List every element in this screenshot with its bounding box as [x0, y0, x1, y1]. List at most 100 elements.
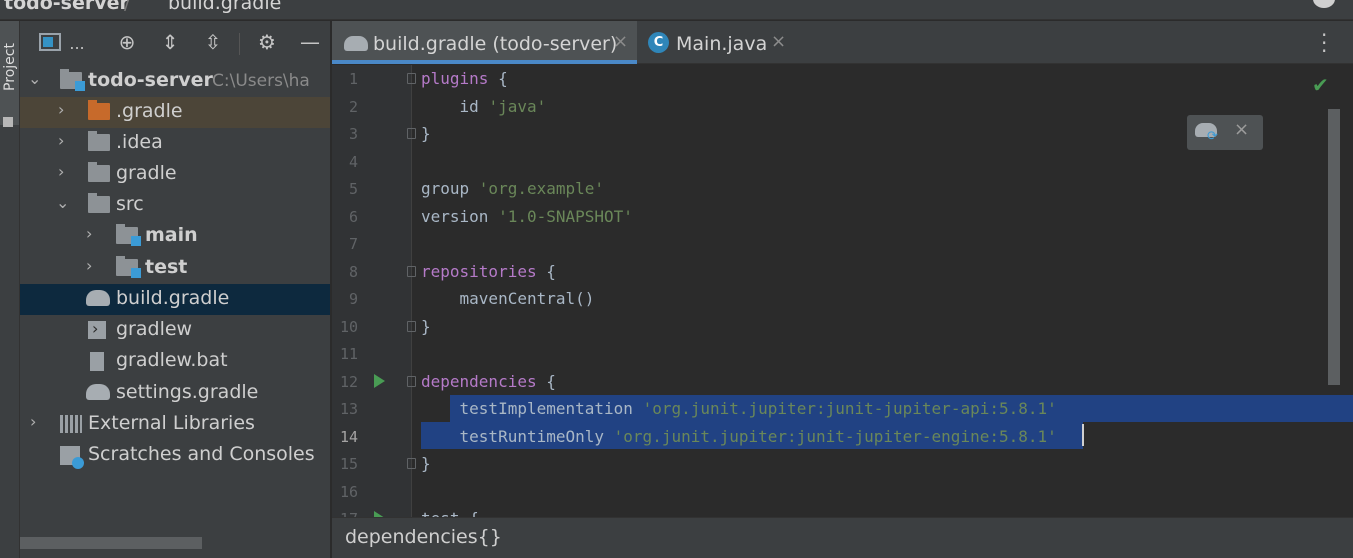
code-line: 11	[332, 340, 1353, 368]
fold-icon[interactable]	[407, 73, 416, 84]
breadcrumb-dependencies[interactable]: dependencies{}	[345, 526, 502, 548]
tree-item-path: C:\Users\ha	[212, 71, 310, 91]
code-text: id	[421, 96, 489, 116]
code-string: 'org.junit.jupiter:junit-jupiter-api:5.8…	[642, 399, 1057, 418]
line-number: 7	[348, 235, 358, 253]
vertical-scrollbar[interactable]	[1328, 109, 1340, 385]
tree-item-label: test	[145, 256, 188, 278]
close-icon[interactable]: ×	[1234, 119, 1249, 140]
module-folder-icon	[60, 69, 85, 91]
tree-item-settings-gradle[interactable]: settings.gradle	[20, 378, 330, 409]
code-string: '1.0-SNAPSHOT'	[498, 206, 633, 226]
navigation-bar: todo-server / build.gradle	[0, 0, 1353, 20]
code-text: mavenCentral()	[421, 289, 595, 308]
line-number: 3	[348, 125, 358, 143]
tree-item-gradle[interactable]: › gradle	[20, 159, 330, 190]
gradle-elephant-icon	[344, 36, 368, 51]
project-tool-tab[interactable]: Project	[0, 21, 19, 125]
tree-item-build-gradle[interactable]: build.gradle	[20, 284, 330, 315]
chevron-right-icon[interactable]: ›	[58, 131, 64, 150]
tree-item-test[interactable]: › test	[20, 253, 330, 284]
tree-item-label: src	[116, 193, 144, 215]
tree-item-label: todo-server	[88, 69, 213, 91]
project-tab-label: Project	[2, 43, 18, 91]
folder-icon	[88, 162, 110, 182]
chevron-down-icon[interactable]: ⌄	[28, 69, 41, 88]
folder-icon	[88, 131, 110, 151]
tab-main-java[interactable]: C Main.java ×	[637, 21, 807, 64]
code-text: testImplementation	[421, 399, 643, 418]
editor-breadcrumb: dependencies{}	[332, 517, 1353, 558]
tree-item-scratches[interactable]: Scratches and Consoles	[20, 440, 330, 471]
tree-item-external-libraries[interactable]: › External Libraries	[20, 409, 330, 440]
java-class-icon: C	[648, 32, 669, 53]
code-string: 'org.junit.jupiter:junit-jupiter-engine:…	[613, 426, 1057, 446]
code-text: version	[421, 206, 499, 226]
tree-item-idea[interactable]: › .idea	[20, 128, 330, 159]
code-line: 10 }	[332, 313, 1353, 341]
sync-icon[interactable]: ⟳	[1207, 129, 1218, 144]
fold-icon[interactable]	[407, 320, 416, 332]
run-icon[interactable]	[374, 373, 385, 388]
line-number: 15	[339, 455, 358, 473]
tree-item-label: main	[145, 224, 198, 246]
more-options-icon[interactable]: · · ·	[1321, 25, 1327, 61]
folder-icon	[3, 117, 13, 127]
nav-file[interactable]: build.gradle	[168, 0, 281, 14]
nav-project[interactable]: todo-server	[4, 0, 129, 14]
chevron-right-icon[interactable]: ›	[58, 100, 64, 119]
hide-icon[interactable]: —	[299, 31, 321, 53]
tree-item-label: .idea	[116, 131, 163, 153]
horizontal-scrollbar[interactable]	[20, 537, 202, 549]
fold-icon[interactable]	[407, 458, 416, 469]
code-line: 4	[332, 148, 1353, 176]
line-number: 14	[339, 427, 358, 446]
tree-item-dot-gradle[interactable]: › .gradle	[20, 97, 330, 128]
tree-item-label: External Libraries	[88, 412, 255, 434]
left-tool-strip: Project	[0, 21, 20, 558]
chevron-right-icon[interactable]: ›	[30, 412, 36, 431]
line-number: 5	[348, 180, 358, 198]
chevron-down-icon[interactable]: ⌄	[56, 193, 69, 212]
project-view-button[interactable]	[39, 31, 61, 53]
line-number: 11	[339, 345, 358, 363]
chevron-right-icon[interactable]: ›	[58, 162, 64, 181]
panel-icon	[39, 33, 61, 51]
tree-item-todo-server[interactable]: ⌄ todo-server C:\Users\ha	[20, 66, 330, 97]
collapse-all-icon[interactable]: ⇳	[202, 31, 224, 53]
fold-icon[interactable]	[407, 375, 416, 387]
code-keyword: dependencies	[421, 371, 537, 391]
tab-build-gradle[interactable]: build.gradle (todo-server) ×	[332, 21, 637, 64]
tree-item-src[interactable]: ⌄ src	[20, 190, 330, 221]
tree-item-gradlew-bat[interactable]: gradlew.bat	[20, 346, 330, 377]
fold-icon[interactable]	[407, 265, 416, 277]
line-number: 17	[332, 510, 358, 517]
excluded-folder-icon	[88, 100, 110, 120]
gear-icon[interactable]: ⚙	[256, 31, 278, 53]
expand-all-icon[interactable]: ⇕	[159, 31, 181, 53]
code-string: 'java'	[488, 96, 547, 116]
chevron-right-icon[interactable]: ›	[86, 256, 92, 275]
nav-separator: /	[124, 0, 131, 14]
editor-tabs: build.gradle (todo-server) × C Main.java…	[332, 21, 1353, 64]
tree-item-gradlew[interactable]: gradlew	[20, 315, 330, 346]
tree-item-label: gradlew	[116, 318, 193, 340]
view-dropdown[interactable]: ...	[66, 33, 88, 55]
tree-item-main[interactable]: › main	[20, 221, 330, 252]
code-line: 7	[332, 230, 1353, 258]
code-line: 12 dependencies {	[332, 368, 1353, 396]
code-line: 6 version '1.0-SNAPSHOT'	[332, 203, 1353, 231]
gradle-elephant-icon	[86, 384, 110, 400]
close-icon[interactable]: ×	[771, 31, 786, 52]
fold-icon[interactable]	[407, 128, 416, 139]
tab-label: Main.java	[676, 33, 768, 55]
code-line: 9 mavenCentral()	[332, 285, 1353, 313]
chevron-right-icon[interactable]: ›	[86, 224, 92, 243]
locate-icon[interactable]: ⊕	[116, 31, 138, 53]
close-icon[interactable]: ×	[613, 31, 628, 52]
code-line: 8 repositories {	[332, 258, 1353, 286]
user-icon[interactable]	[1313, 0, 1335, 8]
project-panel: ... ⊕ ⇕ ⇳ ⚙ — ⌄ todo-server C:\Users\ha …	[20, 21, 331, 558]
check-icon[interactable]: ✔	[1312, 73, 1329, 97]
code-line: 16	[332, 478, 1353, 506]
